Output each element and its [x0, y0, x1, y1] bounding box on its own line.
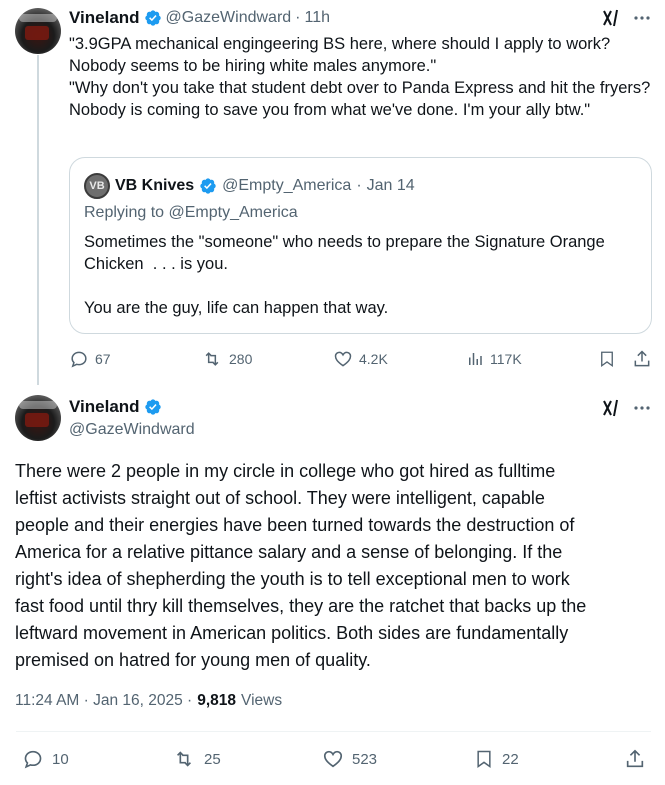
reply-icon: [24, 750, 42, 769]
reply-icon: [71, 351, 87, 368]
quote-avatar: VB: [84, 173, 110, 199]
reply-count: 10: [52, 750, 69, 768]
reply-count: 67: [95, 351, 111, 367]
tweet-meta: 11:24 AM · Jan 16, 2025 · 9,818 Views: [15, 692, 282, 710]
quote-text: Sometimes the "someone" who needs to pre…: [84, 233, 605, 317]
share-icon[interactable]: [632, 349, 652, 369]
quote-header: VB VB Knives @Empty_America · Jan 14: [84, 173, 415, 199]
quoted-tweet-card[interactable]: VB VB Knives @Empty_America · Jan 14 Rep…: [69, 157, 652, 334]
views-icon: [469, 353, 482, 365]
like-count: 523: [352, 750, 378, 768]
main-repost-button[interactable]: 25: [172, 748, 221, 770]
like-count: 4.2K: [359, 351, 388, 367]
reply-tweet-text: "3.9GPA mechanical engingeering BS here,…: [69, 35, 651, 119]
repost-count: 280: [229, 351, 253, 367]
main-tweet-text: There were 2 people in my circle in coll…: [15, 461, 587, 670]
like-icon: [334, 351, 352, 367]
divider: [16, 731, 651, 732]
author-handle[interactable]: @GazeWindward: [166, 9, 292, 27]
bookmark-icon[interactable]: [598, 349, 616, 369]
views-button[interactable]: 117K: [466, 349, 522, 369]
repost-icon: [205, 352, 219, 366]
bookmark-icon: [477, 750, 491, 768]
main-bookmark-button[interactable]: 22: [474, 748, 519, 770]
grok-icon[interactable]: [600, 398, 622, 418]
grok-icon[interactable]: [600, 8, 622, 28]
reply-button[interactable]: 67: [69, 349, 111, 369]
separator-dot: ·: [295, 9, 301, 26]
replying-handle[interactable]: @Empty_America: [169, 204, 298, 221]
main-reply-button[interactable]: 10: [22, 748, 69, 770]
main-author-avatar[interactable]: [15, 395, 61, 441]
verified-badge-icon: [199, 177, 217, 195]
repost-icon: [176, 751, 192, 767]
views-count: 117K: [490, 351, 522, 367]
thread-line: [37, 55, 39, 385]
bookmark-count: 22: [502, 750, 519, 768]
quote-author-name: VB Knives: [115, 177, 195, 194]
quote-time: Jan 14: [366, 177, 415, 194]
verified-badge-icon: [144, 398, 162, 416]
more-icon[interactable]: [632, 8, 652, 28]
tweet-timestamp[interactable]: 11:24 AM · Jan 16, 2025 ·: [15, 692, 192, 710]
views-label: Views: [241, 692, 283, 709]
main-author-name-row: Vineland: [69, 397, 162, 417]
tweet-time[interactable]: 11h: [305, 9, 331, 27]
main-author-handle[interactable]: @GazeWindward: [69, 421, 195, 439]
main-author-name[interactable]: Vineland: [69, 397, 140, 417]
author-name[interactable]: Vineland: [69, 8, 140, 28]
repost-button[interactable]: 280: [201, 349, 252, 369]
verified-badge-icon: [144, 9, 162, 27]
author-avatar[interactable]: [15, 8, 61, 54]
replying-prefix: Replying to: [84, 204, 165, 221]
main-like-button[interactable]: 523: [322, 748, 377, 770]
quote-author-handle: @Empty_America: [222, 177, 352, 194]
like-button[interactable]: 4.2K: [333, 349, 388, 369]
views-count: 9,818: [197, 692, 237, 709]
like-icon: [323, 750, 343, 768]
reply-tweet-header: Vineland @GazeWindward · 11h: [69, 7, 330, 29]
share-icon[interactable]: [624, 748, 646, 770]
more-icon[interactable]: [632, 398, 652, 418]
quote-replying-to: Replying to @Empty_America: [84, 204, 298, 222]
repost-count: 25: [204, 750, 221, 768]
separator-dot: ·: [356, 177, 362, 194]
